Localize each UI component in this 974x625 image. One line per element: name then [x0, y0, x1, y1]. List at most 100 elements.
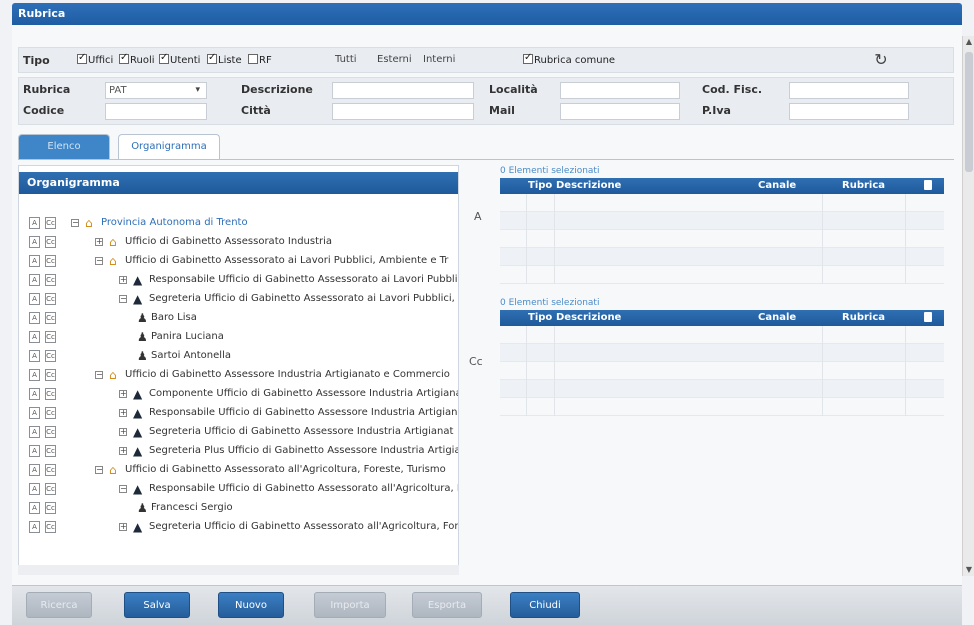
citta-input[interactable] [332, 103, 474, 120]
expand-icon[interactable]: + [119, 276, 127, 284]
table-row[interactable] [500, 380, 944, 398]
add-to-a-icon[interactable]: A [29, 483, 40, 495]
trash-icon[interactable] [924, 180, 932, 190]
table-row[interactable] [500, 194, 944, 212]
collapse-icon[interactable]: − [71, 219, 79, 227]
add-to-cc-icon[interactable]: Cc [45, 502, 56, 514]
tree-node[interactable]: A Cc ♟ Sartoi Antonella [19, 347, 458, 366]
add-to-cc-icon[interactable]: Cc [45, 312, 56, 324]
expand-icon[interactable]: + [119, 409, 127, 417]
radio-tutti[interactable]: Tutti [335, 54, 357, 65]
trash-icon[interactable] [924, 312, 932, 322]
table-row[interactable] [500, 230, 944, 248]
add-to-a-icon[interactable]: A [29, 274, 40, 286]
add-to-cc-icon[interactable]: Cc [45, 388, 56, 400]
rubrica-select[interactable]: PAT [105, 82, 207, 99]
tree-node[interactable]: A Cc − ⌂ Provincia Autonoma di Trento [19, 214, 458, 233]
add-to-cc-icon[interactable]: Cc [45, 293, 56, 305]
collapse-icon[interactable]: − [95, 466, 103, 474]
tree-node[interactable]: A Cc + ▲ Componente Ufficio di Gabinetto Ass… [19, 385, 458, 404]
tree-node[interactable]: A Cc − ▲ Responsabile Ufficio di Gabinetto A… [19, 480, 458, 499]
add-to-cc-icon[interactable]: Cc [45, 255, 56, 267]
checkbox-rf[interactable]: RF [248, 54, 272, 66]
expand-icon[interactable]: + [119, 428, 127, 436]
tree-node[interactable]: A Cc − ⌂ Ufficio di Gabinetto Assessorato ai… [19, 252, 458, 271]
codice-input[interactable] [105, 103, 207, 120]
collapse-icon[interactable]: − [119, 485, 127, 493]
tree-node[interactable]: A Cc + ▲ Segreteria Ufficio di Gabinetto Ass… [19, 423, 458, 442]
add-to-a-icon[interactable]: A [29, 407, 40, 419]
add-to-a-icon[interactable]: A [29, 217, 40, 229]
collapse-icon[interactable]: − [119, 295, 127, 303]
expand-icon[interactable]: + [119, 523, 127, 531]
esporta-button[interactable]: Esporta [412, 592, 482, 618]
add-to-cc-icon[interactable]: Cc [45, 464, 56, 476]
scroll-down-icon[interactable]: ▼ [963, 564, 974, 576]
table-row[interactable] [500, 362, 944, 380]
mail-input[interactable] [560, 103, 680, 120]
add-to-a-icon[interactable]: A [29, 255, 40, 267]
add-to-cc-icon[interactable]: Cc [45, 369, 56, 381]
add-to-cc-icon[interactable]: Cc [45, 274, 56, 286]
nuovo-button[interactable]: Nuovo [218, 592, 284, 618]
tree-node[interactable]: A Cc − ▲ Segreteria Ufficio di Gabinetto Ass… [19, 290, 458, 309]
p-iva-input[interactable] [789, 103, 909, 120]
table-row[interactable] [500, 212, 944, 230]
tree-node[interactable]: A Cc ♟ Baro Lisa [19, 309, 458, 328]
add-to-cc-icon[interactable]: Cc [45, 521, 56, 533]
expand-icon[interactable]: + [95, 238, 103, 246]
vertical-scrollbar[interactable]: ▲ ▼ [962, 36, 974, 576]
ricerca-button[interactable]: Ricerca [26, 592, 92, 618]
add-to-a-icon[interactable]: A [29, 350, 40, 362]
add-to-a-icon[interactable]: A [29, 426, 40, 438]
add-to-a-icon[interactable]: A [29, 521, 40, 533]
tree-node[interactable]: A Cc + ▲ Segreteria Plus Ufficio di Gabinett… [19, 442, 458, 461]
table-row[interactable] [500, 398, 944, 416]
checkbox-utenti[interactable]: Utenti [159, 52, 200, 66]
add-to-cc-icon[interactable]: Cc [45, 407, 56, 419]
horizontal-scrollbar[interactable] [18, 565, 459, 575]
add-to-cc-icon[interactable]: Cc [45, 236, 56, 248]
add-to-a-icon[interactable]: A [29, 331, 40, 343]
cod-fisc-input[interactable] [789, 82, 909, 99]
table-row[interactable] [500, 344, 944, 362]
table-row[interactable] [500, 326, 944, 344]
add-to-a-icon[interactable]: A [29, 236, 40, 248]
add-to-cc-icon[interactable]: Cc [45, 331, 56, 343]
tree-node[interactable]: A Cc − ⌂ Ufficio di Gabinetto Assessore Indu… [19, 366, 458, 385]
tree-node[interactable]: A Cc − ⌂ Ufficio di Gabinetto Assessorato al… [19, 461, 458, 480]
collapse-icon[interactable]: − [95, 371, 103, 379]
tree-node[interactable]: A Cc ♟ Panira Luciana [19, 328, 458, 347]
importa-button[interactable]: Importa [314, 592, 386, 618]
add-to-a-icon[interactable]: A [29, 312, 40, 324]
expand-icon[interactable]: + [119, 390, 127, 398]
add-to-a-icon[interactable]: A [29, 293, 40, 305]
add-to-a-icon[interactable]: A [29, 388, 40, 400]
tree-node[interactable]: A Cc ♟ Francesci Sergio [19, 499, 458, 518]
table-row[interactable] [500, 266, 944, 284]
add-to-cc-icon[interactable]: Cc [45, 350, 56, 362]
scroll-up-icon[interactable]: ▲ [963, 36, 974, 48]
tab-organigramma[interactable]: Organigramma [118, 134, 220, 160]
tree-node[interactable]: A Cc + ▲ Responsabile Ufficio di Gabinetto A… [19, 404, 458, 423]
tree-node[interactable]: A Cc + ▲ Segreteria Ufficio di Gabinetto Ass… [19, 518, 458, 537]
salva-button[interactable]: Salva [124, 592, 190, 618]
add-to-cc-icon[interactable]: Cc [45, 483, 56, 495]
add-to-a-icon[interactable]: A [29, 369, 40, 381]
checkbox-ruoli[interactable]: Ruoli [119, 52, 155, 66]
add-to-a-icon[interactable]: A [29, 445, 40, 457]
checkbox-rubrica-comune[interactable]: Rubrica comune [523, 52, 615, 66]
collapse-icon[interactable]: − [95, 257, 103, 265]
add-to-cc-icon[interactable]: Cc [45, 217, 56, 229]
descrizione-input[interactable] [332, 82, 474, 99]
table-row[interactable] [500, 248, 944, 266]
chiudi-button[interactable]: Chiudi [510, 592, 580, 618]
checkbox-uffici[interactable]: Uffici [77, 52, 113, 66]
localita-input[interactable] [560, 82, 680, 99]
add-to-cc-icon[interactable]: Cc [45, 426, 56, 438]
tree-node[interactable]: A Cc + ▲ Responsabile Ufficio di Gabinetto A… [19, 271, 458, 290]
checkbox-liste[interactable]: Liste [207, 52, 242, 66]
add-to-a-icon[interactable]: A [29, 502, 40, 514]
scroll-thumb[interactable] [965, 52, 973, 172]
add-to-cc-icon[interactable]: Cc [45, 445, 56, 457]
